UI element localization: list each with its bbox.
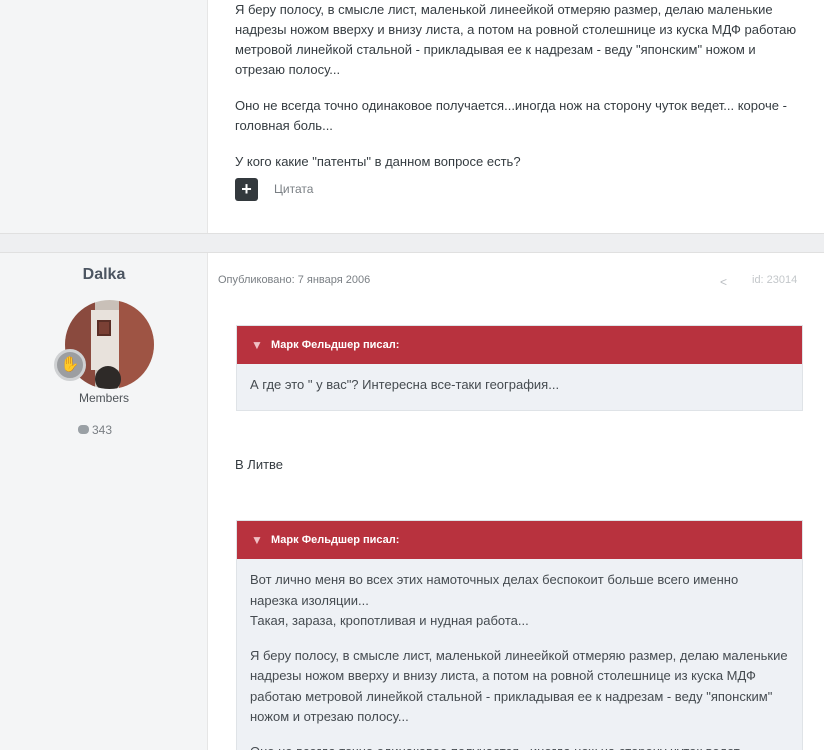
- post-count-value: 343: [92, 423, 113, 437]
- quote-body: Вот лично меня во всех этих намоточных д…: [237, 559, 802, 750]
- post-id[interactable]: id: 23014: [752, 274, 797, 286]
- quote-text: Вот лично меня во всех этих намоточных д…: [250, 570, 788, 632]
- post-paragraph: Оно не всегда точно одинаковое получаетс…: [235, 98, 787, 133]
- quote-author: Марк Фельдшер писал:: [271, 339, 400, 351]
- comment-bubble-icon: [78, 425, 89, 435]
- member-group: Members: [78, 391, 129, 405]
- quote-body: А где это " у вас"? Интересна все-таки г…: [237, 364, 802, 396]
- quote-header[interactable]: ▼ Марк Фельдшер писал:: [237, 326, 802, 364]
- share-icon[interactable]: <: [720, 275, 727, 289]
- quote-text: Я беру полосу, в смысле лист, маленькой …: [250, 647, 788, 725]
- quote-header[interactable]: ▼ Марк Фельдшер писал:: [237, 521, 802, 559]
- reply-text: В Литве: [235, 457, 284, 472]
- chevron-down-icon[interactable]: ▼: [251, 521, 263, 559]
- post-content: Я беру полосу, в смысле лист, маленькой …: [235, 0, 802, 188]
- post-paragraph: Я беру полосу, в смысле лист, маленькой …: [235, 2, 797, 77]
- quote-block: ▼ Марк Фельдшер писал: А где это " у вас…: [236, 325, 803, 411]
- author-column: Dalka ✋ Members 343: [0, 253, 208, 750]
- chevron-down-icon[interactable]: ▼: [251, 326, 263, 364]
- quote-line: Такая, зараза, кропотливая и нудная рабо…: [250, 613, 529, 628]
- multiquote-add-button[interactable]: +: [235, 178, 258, 201]
- post-dalka: Dalka ✋ Members 343 Опубликовано: 7 янва…: [0, 252, 824, 750]
- quote-text: Оно не всегда точно одинаковое получаетс…: [250, 742, 788, 750]
- quote-line: Вот лично меня во всех этих намоточных д…: [250, 572, 739, 608]
- post-paragraph: У кого какие "патенты" в данном вопросе …: [235, 154, 521, 169]
- quote-author: Марк Фельдшер писал:: [271, 534, 400, 546]
- post-count: 343: [78, 423, 112, 437]
- quote-block: ▼ Марк Фельдшер писал: Вот лично меня во…: [236, 520, 803, 750]
- post-date[interactable]: Опубликовано: 7 января 2006: [218, 274, 370, 286]
- rank-badge-icon: ✋: [54, 349, 86, 381]
- quote-text: А где это " у вас"? Интересна все-таки г…: [250, 377, 560, 392]
- author-name[interactable]: Dalka: [0, 266, 208, 284]
- post-previous: Я беру полосу, в смысле лист, маленькой …: [0, 0, 824, 234]
- author-column: [0, 0, 208, 233]
- quote-button[interactable]: Цитата: [274, 182, 313, 196]
